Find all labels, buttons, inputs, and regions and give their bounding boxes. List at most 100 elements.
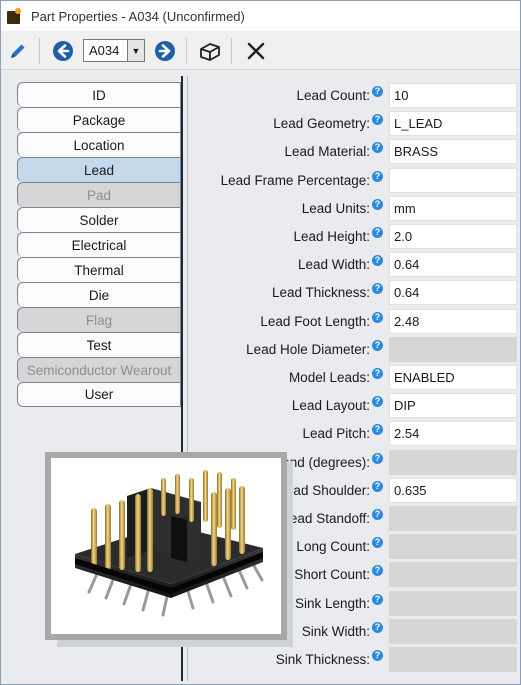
tab-package[interactable]: Package — [17, 107, 181, 132]
tab-flag: Flag — [17, 307, 181, 332]
field-input[interactable]: ENABLED — [389, 365, 517, 390]
help-icon[interactable]: ? — [372, 396, 383, 408]
close-icon — [247, 42, 265, 60]
field-input[interactable]: 2.48 — [389, 308, 517, 334]
tab-test[interactable]: Test — [17, 332, 181, 357]
field-label: Lead Units: — [301, 200, 370, 216]
field-row: Lead Pitch:? 2.54 — [189, 420, 520, 448]
previous-part-button[interactable] — [49, 37, 77, 65]
field-label: Sink Thickness: — [275, 652, 370, 667]
field-input — [389, 506, 517, 531]
tab-user[interactable]: User — [17, 382, 181, 407]
help-icon[interactable]: ? — [372, 537, 383, 549]
part-properties-window: Part Properties - A034 (Unconfirmed) A03… — [0, 0, 521, 685]
field-label: end (degrees): — [282, 454, 370, 470]
toolbar-separator — [39, 38, 40, 64]
help-icon[interactable]: ? — [372, 368, 383, 379]
help-icon[interactable]: ? — [372, 621, 383, 633]
help-icon[interactable]: ? — [372, 480, 383, 492]
help-icon[interactable]: ? — [372, 142, 383, 154]
preview-shadow — [287, 461, 293, 647]
help-icon[interactable]: ? — [372, 198, 383, 210]
field-label: Lead Pitch: — [302, 426, 370, 442]
help-icon[interactable]: ? — [372, 170, 383, 182]
field-input — [389, 336, 517, 362]
help-icon[interactable]: ? — [372, 283, 383, 295]
field-input[interactable]: DIP — [389, 393, 517, 419]
field-label: Sink Width: — [301, 623, 370, 639]
tab-thermal[interactable]: Thermal — [17, 257, 181, 282]
part-selector-dropdown[interactable]: A034 ▼ — [83, 39, 145, 62]
tab-location[interactable]: Location — [17, 132, 181, 157]
view-3d-button[interactable] — [196, 37, 224, 65]
field-input[interactable]: 0.64 — [389, 280, 517, 306]
help-icon[interactable]: ? — [372, 311, 383, 323]
tab-pad: Pad — [17, 182, 181, 207]
toolbar-separator — [186, 38, 187, 64]
field-input[interactable]: 2.0 — [389, 224, 517, 249]
help-icon[interactable]: ? — [372, 424, 383, 436]
field-row: Lead Frame Percentage:? — [189, 167, 520, 195]
box-3d-icon — [200, 43, 220, 61]
help-icon[interactable]: ? — [372, 114, 383, 126]
field-row: Lead Layout:? DIP — [189, 392, 520, 420]
help-icon[interactable]: ? — [372, 255, 383, 267]
chevron-down-icon[interactable]: ▼ — [127, 40, 144, 61]
field-input — [389, 449, 517, 475]
field-value: L_LEAD — [394, 116, 443, 132]
tab-label: Location — [73, 137, 125, 153]
tab-label: Thermal — [74, 262, 124, 278]
field-label: Lead Thickness: — [271, 285, 370, 301]
field-row: Lead Material:? BRASS — [189, 138, 520, 166]
field-row: Model Leads:? ENABLED — [189, 364, 520, 392]
tab-die[interactable]: Die — [17, 282, 181, 307]
tab-label: Electrical — [71, 237, 127, 253]
field-input[interactable]: 0.64 — [389, 252, 517, 278]
field-input — [389, 618, 517, 644]
field-row: Lead Count:? 10 — [189, 82, 520, 110]
field-row: Lead Height:? 2.0 — [189, 223, 520, 251]
field-label: Lead Hole Diameter: — [246, 341, 370, 357]
category-tabs: ID Package Location Lead Pad Solder Electrical… — [17, 82, 181, 407]
field-input[interactable] — [389, 167, 517, 193]
part-selector-value: A034 — [89, 43, 120, 58]
field-row: Lead Units:? mm — [189, 195, 520, 223]
field-value: 10 — [394, 88, 409, 103]
help-icon[interactable]: ? — [372, 227, 383, 238]
tab-label: Pad — [86, 187, 112, 203]
tab-label: ID — [92, 87, 106, 103]
toolbar: A034 ▼ — [1, 32, 520, 70]
field-value: DIP — [394, 398, 416, 414]
help-icon[interactable]: ? — [372, 593, 383, 605]
help-icon[interactable]: ? — [372, 509, 383, 520]
help-icon[interactable]: ? — [372, 565, 383, 577]
help-icon[interactable]: ? — [372, 86, 383, 97]
field-label: Lead Standoff: — [282, 511, 370, 526]
field-input[interactable]: L_LEAD — [389, 111, 517, 137]
field-input[interactable]: BRASS — [389, 139, 517, 165]
field-label: Lead Height: — [293, 229, 370, 244]
field-value: 2.0 — [394, 229, 413, 244]
tab-id[interactable]: ID — [17, 82, 181, 107]
tab-lead[interactable]: Lead — [17, 157, 181, 182]
field-input[interactable]: 10 — [389, 83, 517, 108]
help-icon[interactable]: ? — [372, 650, 383, 661]
toolbar-separator — [231, 38, 232, 64]
part-preview-popup — [45, 452, 287, 640]
help-icon[interactable]: ? — [372, 339, 383, 351]
help-icon[interactable]: ? — [372, 452, 383, 464]
tab-electrical[interactable]: Electrical — [17, 232, 181, 257]
field-input[interactable]: 2.54 — [389, 421, 517, 447]
edit-button[interactable] — [4, 37, 32, 65]
close-button[interactable] — [242, 37, 270, 65]
title-bar: Part Properties - A034 (Unconfirmed) — [1, 1, 520, 31]
field-row: Lead Width:? 0.64 — [189, 251, 520, 279]
next-part-button[interactable] — [151, 37, 179, 65]
tab-label: User — [84, 387, 114, 402]
field-input[interactable]: mm — [389, 195, 517, 221]
field-row: Lead Foot Length:? 2.48 — [189, 308, 520, 336]
tab-solder[interactable]: Solder — [17, 207, 181, 232]
field-input[interactable]: 0.635 — [389, 477, 517, 503]
field-label: Sink Length: — [294, 595, 370, 611]
field-label: Lead Foot Length: — [260, 313, 370, 329]
